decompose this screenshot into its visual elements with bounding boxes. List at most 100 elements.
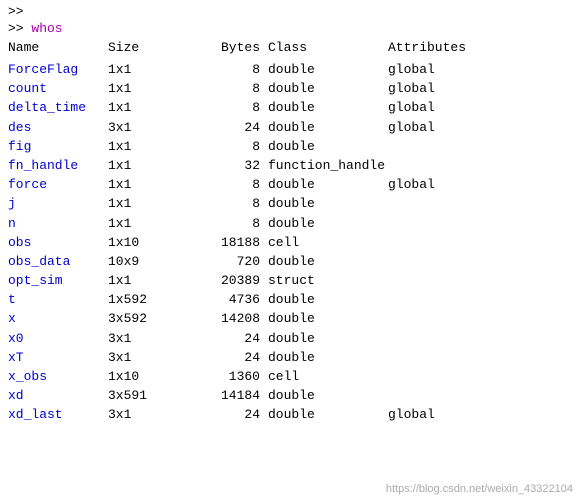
prompt-line: >> xyxy=(8,4,569,19)
var-attributes xyxy=(388,195,488,213)
var-name: fig xyxy=(8,138,108,156)
var-bytes: 18188 xyxy=(188,234,268,252)
var-size: 1x592 xyxy=(108,291,188,309)
table-row: x03x124double xyxy=(8,330,569,348)
workspace-table: Name Size Bytes Class Attributes ForceFl… xyxy=(8,40,569,425)
table-header: Name Size Bytes Class Attributes xyxy=(8,40,569,55)
table-body: ForceFlag1x18doubleglobalcount1x18double… xyxy=(8,61,569,425)
var-class: cell xyxy=(268,368,388,386)
table-row: x_obs1x101360cell xyxy=(8,368,569,386)
var-name: x0 xyxy=(8,330,108,348)
table-row: fn_handle1x132function_handle xyxy=(8,157,569,175)
var-name: force xyxy=(8,176,108,194)
var-name: t xyxy=(8,291,108,309)
var-bytes: 8 xyxy=(188,176,268,194)
var-name: obs xyxy=(8,234,108,252)
var-size: 1x1 xyxy=(108,157,188,175)
var-bytes: 24 xyxy=(188,406,268,424)
var-size: 1x1 xyxy=(108,80,188,98)
var-bytes: 1360 xyxy=(188,368,268,386)
var-attributes: global xyxy=(388,99,488,117)
table-row: des3x124doubleglobal xyxy=(8,119,569,137)
var-size: 3x1 xyxy=(108,330,188,348)
var-attributes: global xyxy=(388,61,488,79)
var-class: cell xyxy=(268,234,388,252)
var-class: double xyxy=(268,215,388,233)
header-size: Size xyxy=(108,40,188,55)
header-attributes: Attributes xyxy=(388,40,488,55)
header-bytes: Bytes xyxy=(188,40,268,55)
var-size: 1x1 xyxy=(108,138,188,156)
var-name: count xyxy=(8,80,108,98)
var-size: 10x9 xyxy=(108,253,188,271)
var-class: double xyxy=(268,406,388,424)
var-class: double xyxy=(268,99,388,117)
var-attributes xyxy=(388,291,488,309)
watermark: https://blog.csdn.net/weixin_43322104 xyxy=(386,483,573,495)
var-attributes xyxy=(388,387,488,405)
table-row: xd3x59114184double xyxy=(8,387,569,405)
var-attributes: global xyxy=(388,119,488,137)
var-size: 1x1 xyxy=(108,99,188,117)
var-class: double xyxy=(268,330,388,348)
var-attributes: global xyxy=(388,80,488,98)
table-row: n1x18double xyxy=(8,215,569,233)
var-name: ForceFlag xyxy=(8,61,108,79)
var-class: function_handle xyxy=(268,157,388,175)
var-size: 1x1 xyxy=(108,61,188,79)
prompt-symbol: >> xyxy=(8,4,24,19)
var-attributes xyxy=(388,253,488,271)
var-size: 3x591 xyxy=(108,387,188,405)
var-attributes: global xyxy=(388,406,488,424)
var-name: obs_data xyxy=(8,253,108,271)
table-row: xd_last3x124doubleglobal xyxy=(8,406,569,424)
var-bytes: 8 xyxy=(188,80,268,98)
command-line: >> whos xyxy=(8,21,569,36)
table-row: x3x59214208double xyxy=(8,310,569,328)
cursor-line xyxy=(8,429,569,444)
var-attributes xyxy=(388,234,488,252)
var-class: double xyxy=(268,176,388,194)
var-class: double xyxy=(268,253,388,271)
var-name: x xyxy=(8,310,108,328)
var-size: 1x1 xyxy=(108,272,188,290)
var-size: 3x592 xyxy=(108,310,188,328)
var-bytes: 24 xyxy=(188,119,268,137)
var-class: double xyxy=(268,138,388,156)
var-size: 1x1 xyxy=(108,176,188,194)
var-class: double xyxy=(268,291,388,309)
prompt-symbol2: >> xyxy=(8,21,31,36)
header-class: Class xyxy=(268,40,388,55)
var-bytes: 8 xyxy=(188,195,268,213)
var-attributes xyxy=(388,138,488,156)
var-name: j xyxy=(8,195,108,213)
var-size: 1x1 xyxy=(108,215,188,233)
table-row: ForceFlag1x18doubleglobal xyxy=(8,61,569,79)
table-row: xT3x124double xyxy=(8,349,569,367)
var-class: double xyxy=(268,195,388,213)
table-row: t1x5924736double xyxy=(8,291,569,309)
var-name: x_obs xyxy=(8,368,108,386)
var-class: double xyxy=(268,310,388,328)
table-row: obs1x1018188cell xyxy=(8,234,569,252)
var-size: 3x1 xyxy=(108,406,188,424)
var-name: xd_last xyxy=(8,406,108,424)
table-row: j1x18double xyxy=(8,195,569,213)
var-name: opt_sim xyxy=(8,272,108,290)
var-attributes: global xyxy=(388,176,488,194)
header-name: Name xyxy=(8,40,108,55)
var-size: 1x1 xyxy=(108,195,188,213)
var-bytes: 24 xyxy=(188,330,268,348)
table-row: count1x18doubleglobal xyxy=(8,80,569,98)
var-attributes xyxy=(388,157,488,175)
var-name: n xyxy=(8,215,108,233)
var-bytes: 14208 xyxy=(188,310,268,328)
var-bytes: 14184 xyxy=(188,387,268,405)
var-attributes xyxy=(388,310,488,328)
terminal: >> >> whos Name Size Bytes Class Attribu… xyxy=(0,0,577,448)
var-name: fn_handle xyxy=(8,157,108,175)
var-bytes: 8 xyxy=(188,215,268,233)
var-bytes: 720 xyxy=(188,253,268,271)
var-attributes xyxy=(388,349,488,367)
var-size: 3x1 xyxy=(108,119,188,137)
